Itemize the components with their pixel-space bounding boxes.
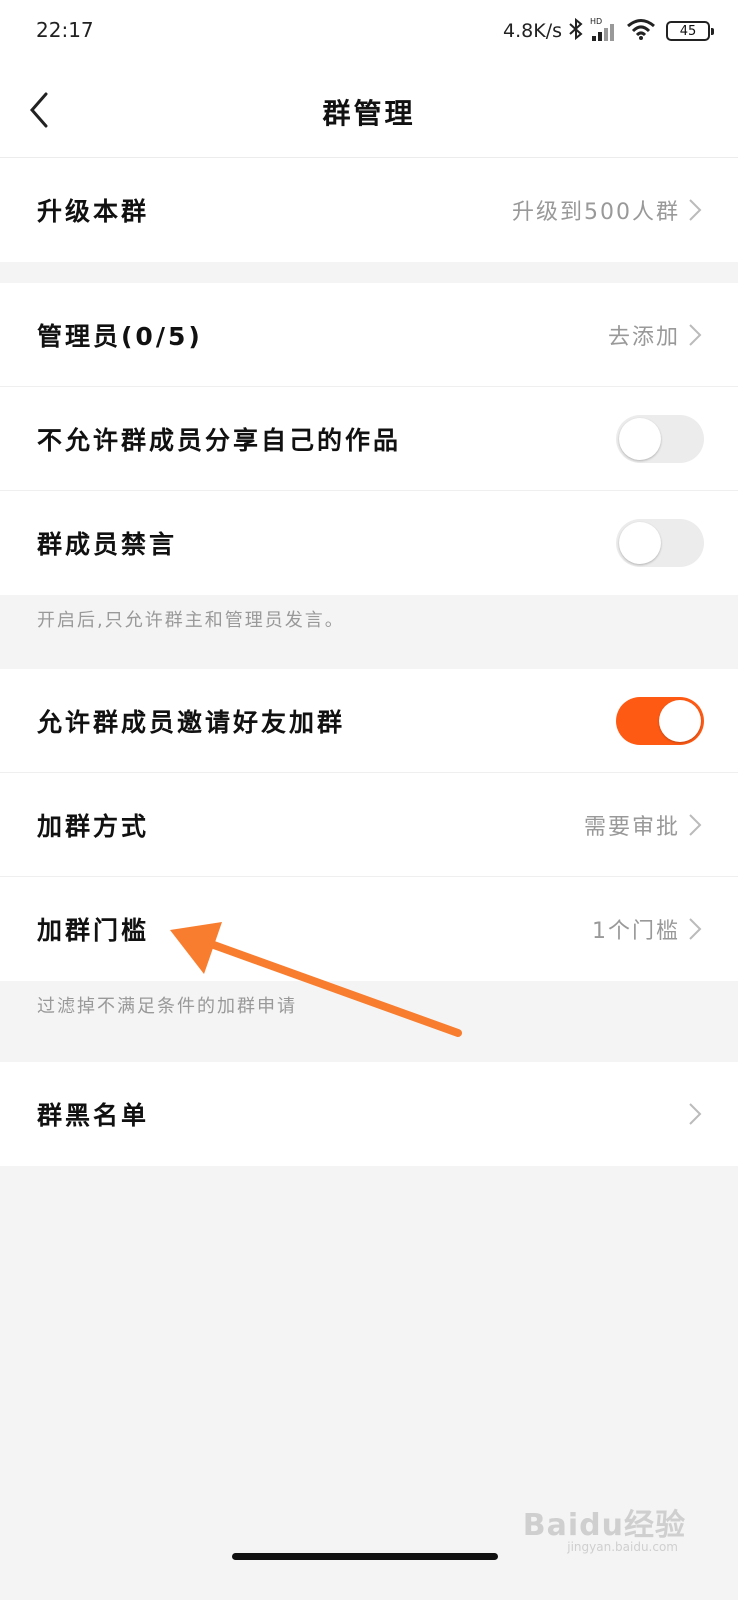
blacklist-action — [688, 1102, 702, 1126]
battery-icon: 45 — [666, 21, 714, 41]
network-speed: 4.8K/s — [503, 20, 562, 42]
chevron-right-icon — [689, 813, 702, 836]
chevron-right-icon — [689, 323, 702, 346]
join-method-row[interactable]: 加群方式 需要审批 — [0, 773, 738, 877]
permissions-section: 管理员(0/5) 去添加 不允许群成员分享自己的作品 群成员禁言 — [0, 283, 738, 595]
allow-invite-toggle[interactable] — [616, 696, 704, 745]
blacklist-section: 群黑名单 — [0, 1062, 738, 1166]
network-badge: HD — [590, 17, 602, 26]
status-time: 22:17 — [36, 18, 94, 42]
admin-label: 管理员(0/5) — [37, 321, 203, 351]
chevron-right-icon — [689, 918, 702, 940]
baidu-watermark: Baidu经验 — [522, 1508, 686, 1543]
admin-value: 去添加 — [607, 324, 680, 350]
baidu-watermark-url: jingyan.baidu.com — [567, 1540, 678, 1554]
mute-hint: 开启后,只允许群主和管理员发言。 — [37, 610, 345, 631]
join-threshold-value: 1个门槛 — [592, 919, 680, 944]
signal-icon: HD — [590, 16, 620, 46]
toggle-knob — [619, 522, 661, 564]
status-bar: 22:17 4.8K/s HD 45 — [0, 0, 738, 62]
upgrade-group-row[interactable]: 升级本群 升级到500人群 — [0, 158, 738, 262]
upgrade-section: 升级本群 升级到500人群 — [0, 158, 738, 262]
join-threshold-label: 加群门槛 — [37, 916, 150, 945]
mute-label: 群成员禁言 — [37, 530, 178, 559]
blacklist-label: 群黑名单 — [37, 1101, 150, 1130]
toggle-knob — [619, 417, 661, 460]
chevron-right-icon — [689, 1103, 702, 1125]
join-method-action: 需要审批 — [584, 809, 702, 841]
toggle-knob — [659, 699, 701, 742]
bluetooth-icon — [568, 17, 584, 45]
blacklist-row[interactable]: 群黑名单 — [0, 1062, 738, 1166]
annotation-arrow-icon — [170, 922, 462, 1037]
no-share-toggle[interactable] — [616, 414, 704, 463]
no-share-label: 不允许群成员分享自己的作品 — [37, 425, 402, 455]
join-method-label: 加群方式 — [37, 811, 150, 841]
wifi-icon — [626, 17, 656, 45]
status-icons: 4.8K/s HD 45 — [503, 16, 714, 46]
admin-action: 去添加 — [608, 319, 702, 351]
mute-toggle[interactable] — [616, 519, 704, 567]
mute-row: 群成员禁言 — [0, 491, 738, 595]
upgrade-group-label: 升级本群 — [37, 197, 150, 226]
chevron-right-icon — [689, 199, 702, 221]
page-title: 群管理 — [322, 97, 416, 130]
home-indicator[interactable] — [232, 1553, 498, 1560]
upgrade-group-action: 升级到500人群 — [512, 194, 702, 226]
no-share-row: 不允许群成员分享自己的作品 — [0, 387, 738, 491]
nav-bar: 群管理 — [0, 62, 738, 158]
join-threshold-action: 1个门槛 — [592, 913, 702, 945]
allow-invite-label: 允许群成员邀请好友加群 — [37, 707, 346, 737]
upgrade-group-value: 升级到500人群 — [512, 200, 680, 225]
join-method-value: 需要审批 — [583, 814, 680, 840]
allow-invite-row: 允许群成员邀请好友加群 — [0, 669, 738, 773]
admin-row[interactable]: 管理员(0/5) 去添加 — [0, 283, 738, 387]
